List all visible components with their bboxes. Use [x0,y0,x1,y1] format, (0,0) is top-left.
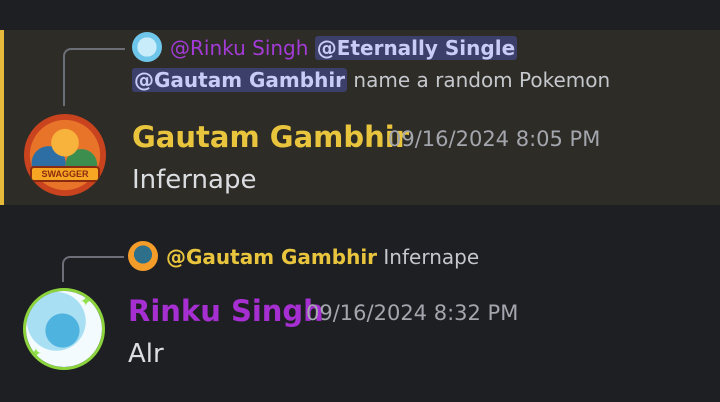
reply-text: Infernape [383,245,480,269]
avatar-art [24,114,106,196]
mention-gautam-gambhir[interactable]: @Gautam Gambhir [132,68,348,92]
reply-avatar-rinku[interactable] [132,32,162,62]
reply-author[interactable]: @Rinku Singh [170,36,308,60]
message-gautam-gambhir[interactable]: @Rinku Singh @Eternally Single @Gautam G… [0,30,720,205]
reply-text: name a random Pokemon [353,68,611,92]
message-author[interactable]: Rinku Singh [128,293,324,329]
message-content: Infernape [132,165,257,195]
message-content: Alr [128,339,164,369]
reply-spine [63,48,125,106]
reply-spine [62,256,124,282]
sparkle-icon: ✦ [30,346,42,362]
reply-author[interactable]: @Gautam Gambhir [166,245,377,269]
mention-eternally-single[interactable]: @Eternally Single [314,36,518,60]
message-timestamp: 09/16/2024 8:05 PM [388,127,601,151]
top-strip [0,0,720,30]
reply-avatar-gambhir[interactable] [128,241,158,271]
message-rinku-singh[interactable]: @Gautam Gambhir Infernape ✦ ✦ Rinku Sing… [0,205,720,402]
reply-preview[interactable]: @Rinku Singh @Eternally Single @Gautam G… [132,32,632,96]
sparkle-icon: ✦ [80,294,92,310]
avatar-rinku-singh[interactable]: ✦ ✦ [23,288,105,370]
avatar-gautam-gambhir[interactable]: SWAGGER [24,114,106,196]
reply-preview[interactable]: @Gautam Gambhir Infernape [128,241,688,273]
message-timestamp: 09/16/2024 8:32 PM [306,301,519,325]
message-author[interactable]: Gautam Gambhir [132,119,409,155]
avatar-banner: SWAGGER [30,166,100,182]
